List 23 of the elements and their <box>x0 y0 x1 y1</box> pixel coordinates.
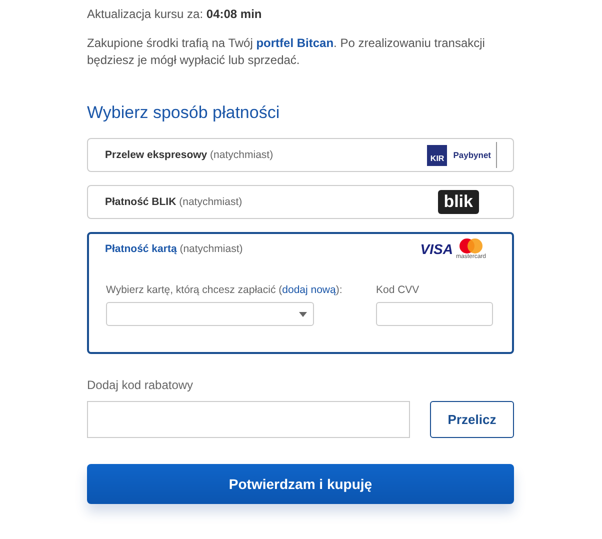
cvv-label: Kod CVV <box>376 284 420 296</box>
payment-method-label: Płatność BLIK (natychmiast) <box>105 196 242 208</box>
visa-logo: VISA <box>420 241 453 257</box>
add-card-link[interactable]: dodaj nową <box>282 284 336 296</box>
discount-label: Dodaj kod rabatowy <box>87 378 194 392</box>
info-paragraph: Zakupione środki trafią na Twój portfel Bitcan. Po zrealizowaniu transakcji będziesz je mógł wypłacić lub sprzedać. <box>87 35 486 69</box>
wallet-link[interactable]: portfel Bitcan <box>256 36 334 50</box>
payment-method-card[interactable]: Płatność BLIK (natychmiast) blik <box>87 185 514 219</box>
paybynet-logo: Paybynet <box>453 150 491 160</box>
cvv-input[interactable] <box>376 302 493 326</box>
confirm-button[interactable]: Potwierdzam i kupuję <box>87 464 514 504</box>
payment-method-card[interactable]: Przelew ekspresowy (natychmiast) KIR Paybynet <box>87 138 514 172</box>
caret-icon <box>299 312 307 317</box>
card-select-label: Wybierz kartę, którą chcesz zapłacić (dodaj nową): <box>106 284 342 296</box>
recalculate-button[interactable]: Przelicz <box>430 401 514 438</box>
discount-code-input[interactable] <box>87 401 410 438</box>
section-title: Wybierz sposób płatności <box>87 103 281 123</box>
card-select[interactable] <box>106 302 314 326</box>
payment-method-label: Płatność kartą (natychmiast) <box>105 243 243 255</box>
rate-update-text: Aktualizacja kursu za: 04:08 min <box>87 6 263 22</box>
blik-logo: blik <box>438 190 479 214</box>
kir-logo: KIR <box>427 144 448 166</box>
payment-method-label: Przelew ekspresowy (natychmiast) <box>105 149 274 161</box>
